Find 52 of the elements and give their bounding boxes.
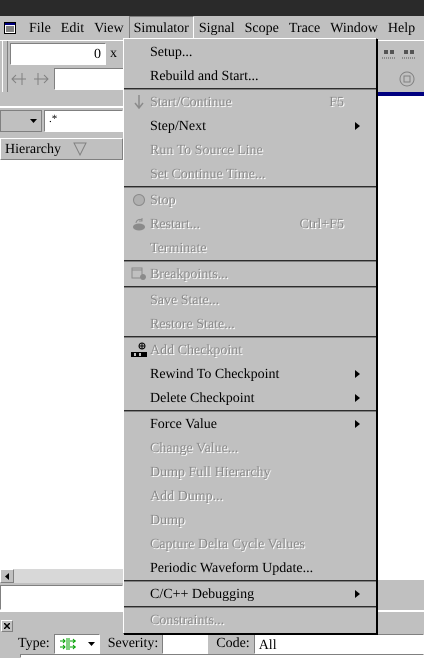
type-label: Type: — [18, 635, 50, 653]
menu-bar-item[interactable]: Window — [325, 16, 383, 40]
severity-label: Severity: — [108, 635, 158, 653]
menu-bar-item[interactable]: File — [24, 16, 56, 40]
menu-item[interactable]: Step/Next — [124, 114, 376, 138]
menu-bar-item[interactable]: Scope — [240, 16, 284, 40]
restart-icon — [132, 217, 146, 231]
menu-item[interactable]: Force Value — [124, 412, 376, 436]
menu-item[interactable]: C/C++ Debugging — [124, 582, 376, 606]
dropdown-arrow-icon — [88, 642, 95, 646]
scope-dropdown[interactable] — [0, 110, 42, 132]
hierarchy-label: Hierarchy — [5, 140, 61, 158]
code-field[interactable]: All — [254, 634, 424, 654]
filter-field[interactable]: .* — [44, 110, 123, 132]
close-icon — [4, 623, 10, 629]
menu-bar-item[interactable]: Signal — [194, 16, 240, 40]
type-dropdown[interactable] — [54, 634, 100, 654]
shortcut-label: Ctrl+F5 — [300, 216, 344, 234]
step-back-icon[interactable] — [10, 71, 28, 87]
window-menu-icon[interactable] — [4, 22, 16, 34]
menu-item[interactable]: Rebuild and Start... — [124, 64, 376, 88]
submenu-arrow-icon — [355, 590, 360, 598]
menu-item[interactable]: Delete Checkpoint — [124, 386, 376, 410]
checkpoint-icon — [130, 342, 148, 358]
column-header[interactable]: Hierarchy — [0, 138, 123, 160]
time-unit: x — [110, 45, 117, 63]
zoom-icon[interactable] — [398, 70, 416, 88]
submenu-arrow-icon — [355, 370, 360, 378]
filter-icon[interactable] — [72, 142, 87, 156]
circle-icon — [132, 193, 146, 207]
code-label: Code: — [216, 635, 250, 653]
scroll-left-icon[interactable] — [5, 572, 9, 580]
menu-bar-item[interactable]: View — [89, 16, 129, 40]
submenu-arrow-icon — [355, 420, 360, 428]
submenu-arrow-icon — [355, 394, 360, 402]
message-type-icon — [58, 638, 77, 650]
submenu-arrow-icon — [355, 122, 360, 130]
down-arrow-icon — [133, 94, 145, 110]
window-icon — [131, 267, 147, 281]
menu-item[interactable]: Rewind To Checkpoint — [124, 362, 376, 386]
menu-item[interactable]: Periodic Waveform Update... — [124, 556, 376, 580]
step-forward-icon[interactable] — [32, 71, 50, 87]
close-button[interactable] — [1, 620, 13, 632]
menu-bar-item[interactable]: Edit — [56, 16, 90, 40]
time-field[interactable]: 0 — [10, 42, 106, 64]
menu-bar-item[interactable]: Help — [382, 16, 420, 40]
shortcut-label: F5 — [329, 94, 344, 112]
severity-dropdown[interactable] — [162, 634, 208, 654]
dropdown-arrow-icon — [30, 119, 37, 123]
scrollbar[interactable] — [0, 569, 123, 583]
menu-item[interactable]: Setup... — [124, 40, 376, 64]
menu-bar-item[interactable]: Trace — [284, 16, 326, 40]
